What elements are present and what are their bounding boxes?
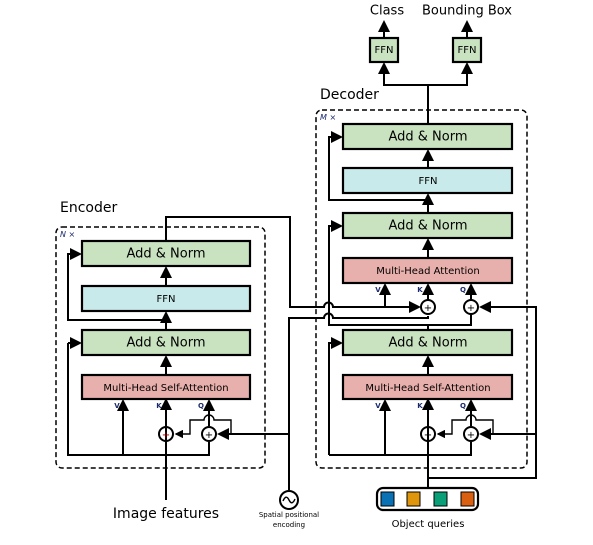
bbox-label: Bounding Box xyxy=(422,4,512,19)
svg-text:+: + xyxy=(424,430,432,441)
dec-k-2: K xyxy=(417,402,423,410)
object-queries-label: Object queries xyxy=(392,519,465,530)
svg-text:+: + xyxy=(162,430,170,441)
dec-k-1: K xyxy=(417,286,423,294)
dec-q-1: Q xyxy=(460,286,466,294)
dec-v-2: V xyxy=(375,402,381,410)
dec-ffn-label: FFN xyxy=(419,176,438,187)
svg-text:+: + xyxy=(424,303,432,314)
enc-add-norm-1-label: Add & Norm xyxy=(126,336,205,351)
detr-diagram: Class Bounding Box FFN FFN Encoder N × A… xyxy=(55,4,537,530)
bbox-ffn-label: FFN xyxy=(458,45,477,56)
image-features-label: Image features xyxy=(113,506,219,522)
pos-label-1: Spatial positional xyxy=(259,511,319,519)
enc-ffn-label: FFN xyxy=(157,294,176,305)
encoder-title: Encoder xyxy=(60,200,117,216)
svg-text:+: + xyxy=(467,430,475,441)
dec-self-attention-label: Multi-Head Self-Attention xyxy=(365,383,490,394)
svg-text:+: + xyxy=(205,430,213,441)
decoder-repeat: M × xyxy=(320,113,336,122)
enc-v: V xyxy=(114,402,120,410)
dec-q-2: Q xyxy=(460,402,466,410)
query-4 xyxy=(460,491,475,507)
pos-label-2: encoding xyxy=(273,521,305,529)
class-label: Class xyxy=(370,4,404,19)
dec-add-norm-2-label: Add & Norm xyxy=(388,219,467,234)
class-ffn-label: FFN xyxy=(375,45,394,56)
dec-add-norm-1-label: Add & Norm xyxy=(388,336,467,351)
dec-v-1: V xyxy=(375,286,381,294)
enc-q: Q xyxy=(198,402,204,410)
enc-attention-label: Multi-Head Self-Attention xyxy=(103,383,228,394)
dec-add-norm-3-label: Add & Norm xyxy=(388,130,467,145)
enc-k: K xyxy=(156,402,162,410)
decoder-title: Decoder xyxy=(320,87,379,103)
query-1 xyxy=(380,491,395,507)
encoder-repeat: N × xyxy=(60,230,75,239)
enc-add-norm-2-label: Add & Norm xyxy=(126,247,205,262)
query-3 xyxy=(433,491,448,507)
svg-text:+: + xyxy=(467,303,475,314)
query-2 xyxy=(406,491,421,507)
dec-cross-attention-label: Multi-Head Attention xyxy=(376,266,480,277)
